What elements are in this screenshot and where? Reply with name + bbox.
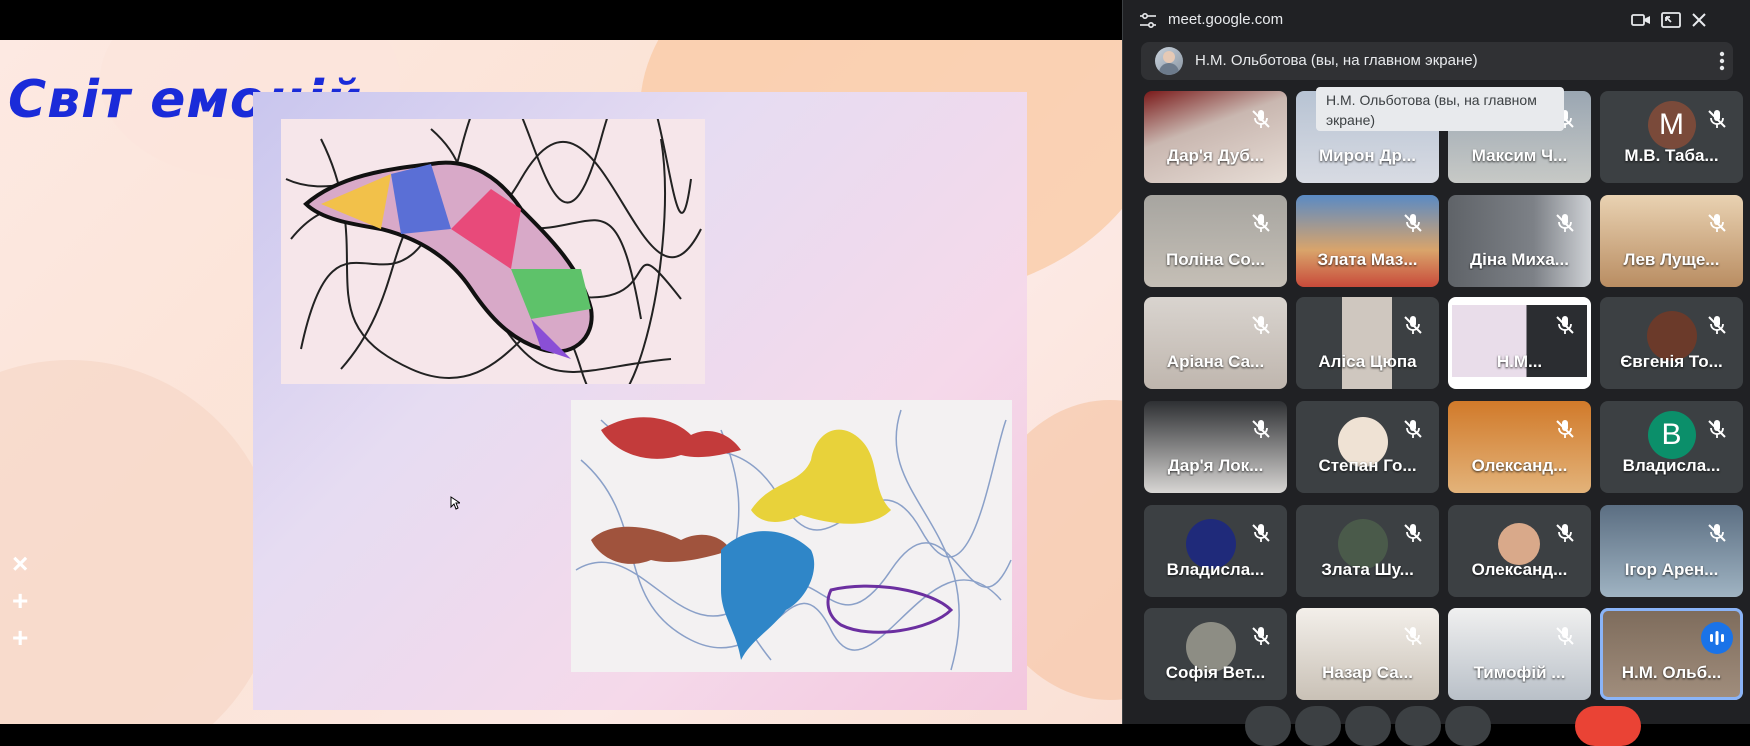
avatar (1155, 47, 1183, 75)
participant-tile[interactable]: Злата Маз... (1296, 195, 1439, 287)
participant-name: Владисла... (1622, 456, 1721, 475)
participant-tile[interactable]: Софія Вет... (1144, 608, 1287, 700)
participant-tile[interactable]: Степан Го... (1296, 401, 1439, 493)
child-drawing-animals (571, 400, 1012, 672)
slide-image-card (253, 92, 1027, 710)
child-drawing-scribble-animal (281, 119, 705, 384)
avatar: B (1647, 411, 1696, 459)
camera-icon[interactable] (1631, 11, 1651, 29)
participant-name: Ігор Арен... (1624, 560, 1719, 579)
participant-name: Максим Ч... (1471, 146, 1568, 165)
presenter-bar[interactable]: Н.М. Ольботова (вы, на главном экране) (1141, 42, 1733, 80)
mic-off-icon (1708, 420, 1726, 438)
participant-tile[interactable]: Поліна Со... (1144, 195, 1287, 287)
mic-off-icon (1556, 627, 1574, 645)
participant-tile[interactable]: Тимофій ... (1448, 608, 1591, 700)
participant-name: Владисла... (1166, 560, 1265, 579)
participant-tile[interactable]: Н.М. Ольб... (1600, 608, 1743, 700)
mic-off-icon (1708, 110, 1726, 128)
mic-off-icon (1708, 316, 1726, 334)
participant-video (1498, 523, 1540, 565)
pip-icon[interactable] (1661, 11, 1681, 29)
participant-name: Степан Го... (1318, 456, 1417, 475)
participant-tile[interactable]: B Владисла... (1600, 401, 1743, 493)
participant-tile[interactable]: Аліса Цюпа (1296, 297, 1439, 389)
participant-tile[interactable]: Злата Шу... (1296, 505, 1439, 597)
slide-background-shape (0, 360, 280, 724)
mic-off-icon (1404, 420, 1422, 438)
more-vert-icon[interactable] (1719, 50, 1725, 72)
participant-name: Назар Са... (1322, 663, 1413, 682)
participant-name: Злата Шу... (1321, 560, 1414, 579)
captions-button[interactable] (1345, 706, 1391, 746)
participant-name: Поліна Со... (1166, 250, 1265, 269)
mic-off-icon (1404, 627, 1422, 645)
mic-off-icon (1252, 110, 1270, 128)
participant-name: Злата Маз... (1317, 250, 1418, 269)
participant-tile[interactable]: Дар'я Дуб... (1144, 91, 1287, 183)
participant-video (1342, 297, 1392, 389)
mic-off-icon (1252, 214, 1270, 232)
presenter-name: Н.М. Ольботова (вы, на главном экране) (1195, 52, 1478, 69)
mic-off-icon (1708, 214, 1726, 232)
participant-name: Мирон Др... (1318, 146, 1417, 165)
participant-name: Н.М. Ольб... (1621, 663, 1722, 682)
participant-tile[interactable]: Олександ... (1448, 505, 1591, 597)
presentation-slide: Світ емоцій × + + (0, 40, 1122, 724)
mic-off-icon (1556, 524, 1574, 542)
participant-tile[interactable]: Назар Са... (1296, 608, 1439, 700)
participant-name: Тимофій ... (1473, 663, 1566, 682)
participant-tile[interactable]: Н.М... (1448, 297, 1591, 389)
participant-tile[interactable]: Діна Миха... (1448, 195, 1591, 287)
tooltip: Н.М. Ольботова (вы, на главном экране) (1316, 87, 1564, 131)
end-call-button[interactable] (1575, 706, 1641, 746)
mic-off-icon (1556, 214, 1574, 232)
participant-name: Аліса Цюпа (1318, 352, 1417, 371)
mic-off-icon (1708, 524, 1726, 542)
participant-name: М.В. Таба... (1624, 146, 1719, 165)
participant-name: Аріана Са... (1166, 352, 1265, 371)
participant-name: Н.М... (1496, 352, 1543, 371)
participant-name: Дар'я Лок... (1167, 456, 1264, 475)
mic-off-icon (1252, 316, 1270, 334)
participant-tile[interactable]: Євгенія То... (1600, 297, 1743, 389)
present-button[interactable] (1445, 706, 1491, 746)
participant-tile[interactable]: Дар'я Лок... (1144, 401, 1287, 493)
participant-name: Олександ... (1471, 560, 1568, 579)
mic-off-icon (1404, 524, 1422, 542)
participant-name: Лев Луще... (1623, 250, 1720, 269)
mouse-cursor-icon (450, 496, 460, 510)
speaking-icon (1701, 622, 1733, 654)
mic-off-icon (1556, 420, 1574, 438)
participant-name: Євгенія То... (1620, 352, 1723, 371)
mic-off-icon (1252, 524, 1270, 542)
camera-button[interactable] (1295, 706, 1341, 746)
participant-tile[interactable]: Олександ... (1448, 401, 1591, 493)
mic-button[interactable] (1245, 706, 1291, 746)
close-icon[interactable] (1689, 11, 1709, 29)
participant-tile[interactable]: Ігор Арен... (1600, 505, 1743, 597)
participant-tile[interactable]: Владисла... (1144, 505, 1287, 597)
participant-name: Олександ... (1471, 456, 1568, 475)
participant-name: Софія Вет... (1165, 663, 1266, 682)
mic-off-icon (1404, 214, 1422, 232)
mic-off-icon (1404, 316, 1422, 334)
participant-tile[interactable]: Аріана Са... (1144, 297, 1287, 389)
tune-icon[interactable] (1139, 12, 1157, 30)
slide-decoration: × (12, 548, 29, 579)
mic-off-icon (1556, 316, 1574, 334)
participant-tile[interactable]: M М.В. Таба... (1600, 91, 1743, 183)
call-controls (1123, 706, 1750, 746)
meet-titlebar: meet.google.com (1123, 0, 1750, 40)
mic-off-icon (1252, 627, 1270, 645)
slide-decoration: + (12, 622, 29, 653)
raise-hand-button[interactable] (1395, 706, 1441, 746)
mic-off-icon (1252, 420, 1270, 438)
participant-tile[interactable]: Лев Луще... (1600, 195, 1743, 287)
site-url: meet.google.com (1168, 11, 1284, 28)
participant-name: Діна Миха... (1470, 250, 1569, 269)
participant-name: Дар'я Дуб... (1166, 146, 1265, 165)
slide-decoration: + (12, 585, 29, 616)
avatar: M (1647, 101, 1696, 149)
